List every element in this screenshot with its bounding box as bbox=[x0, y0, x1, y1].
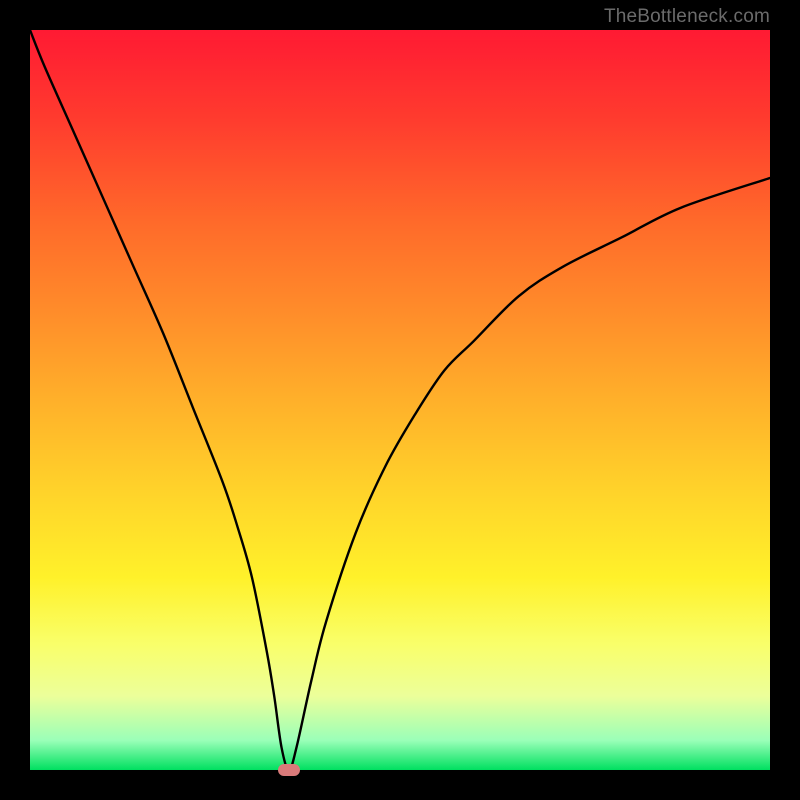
minimum-marker bbox=[278, 764, 300, 776]
plot-area bbox=[30, 30, 770, 770]
attribution-text: TheBottleneck.com bbox=[604, 6, 770, 28]
bottleneck-curve bbox=[30, 30, 770, 770]
curve-svg bbox=[30, 30, 770, 770]
chart-frame: TheBottleneck.com bbox=[0, 0, 800, 800]
